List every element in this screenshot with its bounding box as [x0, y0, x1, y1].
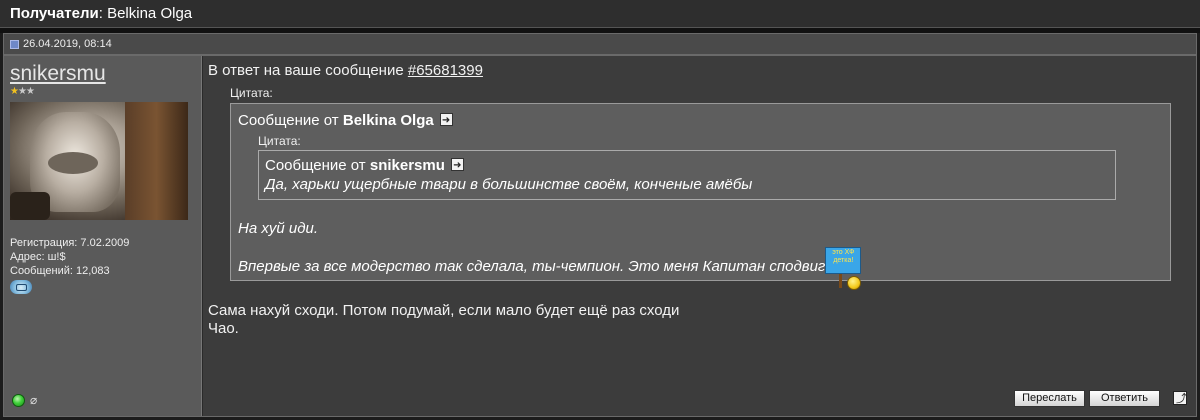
user-registration: Регистрация: 7.02.2009 — [10, 237, 130, 249]
quote-outer-text-2: Впервые за все модерство так сделала, ты… — [238, 258, 826, 275]
smiley-sign-pole — [839, 274, 843, 288]
quote-inner: Сообщение от snikersmu Да, харьки ущербн… — [258, 150, 1116, 200]
quote-inner-from-prefix: Сообщение от — [265, 157, 370, 174]
im-icon[interactable] — [10, 280, 32, 294]
view-post-icon[interactable] — [439, 111, 453, 130]
post-date: 26.04.2019, 08:14 — [23, 38, 112, 50]
message-body-line-2: Чао. — [208, 320, 239, 337]
forward-button[interactable]: Переслать — [1014, 390, 1085, 407]
user-rating-stars: ★★★ — [10, 87, 195, 97]
star-empty-icon: ★ — [17, 86, 27, 97]
recipients-value: Belkina Olga — [107, 5, 193, 22]
attachment-icon[interactable]: ⌀ — [30, 393, 37, 407]
inner-quote-label: Цитата: — [258, 134, 301, 148]
star-empty-icon: ★ — [25, 86, 35, 97]
post-date-bar: 26.04.2019, 08:14 — [3, 33, 1197, 55]
sign-smiley-icon: это ХФ детка! — [823, 247, 869, 291]
multiquote-icon[interactable] — [1173, 390, 1187, 406]
user-avatar[interactable] — [10, 102, 188, 220]
quote-outer-text-2-line: Впервые за все модерство так сделала, ты… — [238, 247, 1163, 291]
online-status-icon — [12, 394, 25, 407]
user-info: Регистрация: 7.02.2009 Адрес: ш!$ Сообще… — [10, 236, 195, 294]
quote-outer-author: Belkina Olga — [342, 112, 434, 129]
recipients-label: Получатели — [10, 5, 99, 22]
quote-inner-text: Да, харьки ущербные твари в большинстве … — [265, 176, 753, 193]
user-address: Адрес: ш!$ — [10, 251, 66, 263]
username-link[interactable]: snikersmu — [10, 62, 195, 86]
post-content: В ответ на ваше сообщение #65681399 Цита… — [203, 56, 1196, 416]
smiley-sign-board: это ХФ детка! — [825, 247, 862, 274]
user-panel: snikersmu ★★★ Регистрация: 7.02.2009 Адр… — [4, 56, 202, 416]
quote-inner-author: snikersmu — [369, 157, 445, 174]
post-status-icon — [10, 39, 19, 49]
recipients-separator: : — [98, 5, 108, 22]
quote-inner-header: Сообщение от snikersmu — [265, 156, 1109, 175]
message-body-line-1: Сама нахуй сходи. Потом подумай, если ма… — [208, 302, 680, 319]
avatar-sculpture-mouth — [48, 152, 98, 174]
view-post-icon[interactable] — [451, 156, 465, 175]
quote-outer-from-prefix: Сообщение от — [238, 112, 343, 129]
avatar-shadow — [10, 192, 50, 220]
recipients-header: Получатели: Belkina Olga — [0, 0, 1200, 28]
reply-prefix: В ответ на ваше сообщение — [208, 62, 408, 79]
user-messages-count: Сообщений: 12,083 — [10, 265, 110, 277]
quote-label: Цитата: — [230, 86, 273, 100]
reply-link[interactable]: #65681399 — [408, 62, 483, 79]
quote-outer: Сообщение от Belkina Olga Цитата: Сообще… — [230, 103, 1171, 290]
smiley-face — [847, 276, 862, 290]
reply-button[interactable]: Ответить — [1089, 390, 1160, 407]
quote-outer-text-1: На хуй иди. — [238, 220, 318, 237]
quote-outer-header: Сообщение от Belkina Olga — [238, 111, 1163, 130]
star-filled-icon: ★ — [10, 86, 19, 97]
avatar-bg-wood — [125, 102, 188, 220]
post-frame: snikersmu ★★★ Регистрация: 7.02.2009 Адр… — [3, 55, 1197, 417]
reply-reference: В ответ на ваше сообщение #65681399 — [208, 62, 1191, 80]
message-body: Сама нахуй сходи. Потом подумай, если ма… — [208, 302, 1191, 338]
